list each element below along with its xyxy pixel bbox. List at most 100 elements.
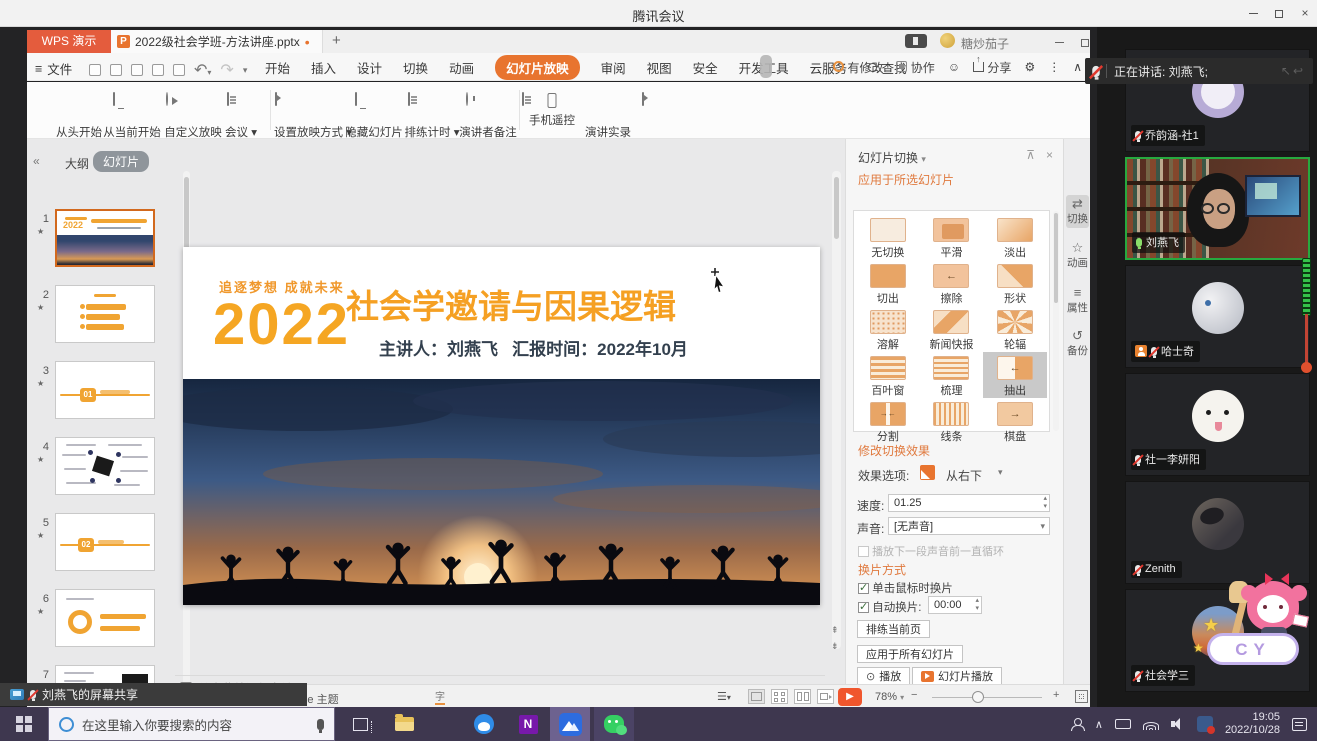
slideshow-play-button[interactable]: 幻灯片播放 (912, 667, 1002, 685)
speed-input[interactable]: 01.25 ▴▾ (888, 494, 1050, 512)
effect-cut[interactable]: 切出 (856, 260, 920, 306)
auto-advance-checkbox[interactable] (858, 602, 869, 613)
wps-maximize-button[interactable] (1081, 34, 1089, 49)
apply-to-all-button[interactable]: 应用于所有幻灯片 (857, 645, 963, 663)
slide-thumbnail-2[interactable] (55, 285, 155, 343)
slide-thumbnail-5[interactable]: 02 (55, 513, 155, 571)
previous-slide-button[interactable]: ⇞ (831, 625, 839, 636)
zoom-level[interactable]: 78% ▾ (875, 691, 904, 703)
slide-thumbnail-4[interactable] (55, 437, 155, 495)
fit-to-window-button[interactable] (1075, 690, 1088, 703)
advance-on-click-checkbox[interactable] (858, 583, 869, 594)
slide-sorter-view-button[interactable] (771, 689, 788, 704)
missing-font-item[interactable]: 字 (435, 691, 445, 705)
notes-toggle-icon[interactable]: ☰▾ (717, 690, 731, 703)
close-pane-icon[interactable]: × (1046, 148, 1053, 162)
effect-newsflash[interactable]: 新闻快报 (920, 306, 984, 352)
effect-wipe[interactable]: ←擦除 (920, 260, 984, 306)
volume-meter[interactable] (1302, 258, 1311, 384)
effect-none[interactable]: 无切换 (856, 214, 920, 260)
wps-app-tab[interactable]: WPS 演示 (27, 30, 111, 53)
from-current-button[interactable]: 从当前开始 (97, 88, 167, 140)
account-avatar[interactable] (940, 33, 955, 48)
speaker-icon[interactable] (1171, 718, 1185, 730)
slide-canvas[interactable]: 追逐梦想 成就未来 2022 社会学邀请与因果逻辑 主讲人：刘燕飞 汇报时间：2… (183, 247, 820, 605)
participant-tile[interactable]: 哈士奇 (1125, 265, 1310, 368)
qat-more-icon[interactable]: ▾ (243, 65, 248, 76)
search-mic-icon[interactable] (317, 719, 324, 730)
effect-fade[interactable]: 淡出 (983, 214, 1047, 260)
effect-checker[interactable]: →棋盘 (983, 398, 1047, 444)
participant-tile[interactable]: 社一李妍阳 (1125, 373, 1310, 476)
strip-tab-transition[interactable]: ⇄切换 (1066, 195, 1089, 228)
more-menu-icon[interactable]: ⋮ (1048, 60, 1060, 74)
effect-option-icon[interactable] (920, 465, 935, 480)
record-view-button[interactable] (817, 689, 834, 704)
effect-comb[interactable]: 梳理 (920, 352, 984, 398)
effect-option-value[interactable]: 从右下 (946, 467, 982, 484)
member-badge-icon[interactable] (905, 34, 927, 48)
recorder-tray-icon[interactable] (1197, 716, 1213, 732)
preview-icon[interactable] (152, 64, 164, 76)
tab-slides[interactable]: 幻灯片 (93, 151, 149, 172)
pane-scrollbar[interactable] (1053, 211, 1059, 431)
print-icon[interactable] (131, 64, 143, 76)
task-view-button[interactable] (340, 707, 380, 741)
zoom-out-button[interactable]: − (911, 689, 917, 701)
layout-arrows-icon[interactable]: ↖↩ (1281, 64, 1305, 78)
tab-animation[interactable]: 动画 (449, 58, 474, 77)
tab-outline[interactable]: 大纲 (65, 155, 89, 172)
zoom-slider-knob[interactable] (972, 691, 984, 703)
undo-icon[interactable]: ↶▾ (194, 60, 211, 80)
screen-share-banner[interactable]: 刘燕飞的屏幕共享 (0, 683, 307, 706)
document-tab[interactable]: P 2022级社会学班-方法讲座.pptx • (111, 30, 323, 53)
tab-view[interactable]: 视图 (647, 58, 672, 77)
play-button[interactable]: ⊙ 播放 (857, 667, 910, 685)
wifi-icon[interactable] (1143, 718, 1159, 730)
format-painter-icon[interactable] (173, 64, 185, 76)
start-button[interactable] (0, 707, 48, 741)
slide-thumbnail-1[interactable]: 2022 (55, 209, 155, 267)
tab-slideshow-active[interactable]: 幻灯片放映 (495, 55, 580, 80)
maximize-button[interactable] (1272, 6, 1286, 20)
tab-design[interactable]: 设计 (357, 58, 382, 77)
next-slide-button[interactable]: ⇟ (831, 641, 839, 652)
taskbar-clock[interactable]: 19:05 2022/10/28 (1225, 711, 1280, 737)
lecture-record-button[interactable]: 演讲实录 (573, 88, 643, 140)
meeting-button[interactable]: 会议 ▾ (206, 88, 276, 140)
effect-option-dropdown-icon[interactable]: ▾ (998, 467, 1003, 478)
loop-sound-checkbox[interactable] (858, 546, 869, 557)
effect-split[interactable]: →←分割 (856, 398, 920, 444)
hidden-icons-chevron[interactable]: ∧ (1095, 718, 1103, 731)
auto-advance-spinner[interactable]: ▴▾ (975, 597, 979, 613)
collapse-panel-icon[interactable]: « (33, 154, 40, 168)
slide-thumbnail-6[interactable] (55, 589, 155, 647)
keyboard-icon[interactable] (1115, 719, 1131, 729)
people-icon[interactable] (1071, 718, 1083, 730)
taskbar-search[interactable]: 在这里输入你要搜索的内容 (48, 707, 335, 741)
rehearse-current-button[interactable]: 排练当前页 (857, 620, 930, 638)
wps-minimize-button[interactable] (1055, 34, 1064, 49)
effect-wheel[interactable]: 轮辐 (983, 306, 1047, 352)
effect-smooth[interactable]: 平滑 (920, 214, 984, 260)
zoom-in-button[interactable]: + (1053, 689, 1059, 701)
tencent-meeting-button[interactable] (550, 707, 590, 741)
tab-review[interactable]: 审阅 (601, 58, 626, 77)
speed-spinner[interactable]: ▴▾ (1043, 495, 1047, 511)
file-explorer-button[interactable] (384, 707, 424, 741)
account-name[interactable]: 糖炒茄子 (961, 35, 1009, 52)
effect-pull-selected[interactable]: ←抽出 (983, 352, 1047, 398)
auto-advance-time-input[interactable]: 00:00 ▴▾ (928, 596, 982, 614)
collaborate-button[interactable]: 协作 (896, 59, 934, 76)
effect-dissolve[interactable]: 溶解 (856, 306, 920, 352)
new-tab-button[interactable]: + (332, 32, 341, 49)
slideshow-play-statusbar-button[interactable]: ▶ (838, 688, 862, 706)
strip-tab-backup[interactable]: ↺备份 (1066, 329, 1089, 358)
close-button[interactable]: × (1298, 6, 1312, 20)
feedback-smiley-icon[interactable]: ☺ (948, 60, 960, 74)
settings-gear-icon[interactable]: ⚙ (1024, 60, 1035, 74)
zoom-slider-track[interactable] (932, 697, 1042, 698)
pin-pane-icon[interactable]: ⊼ (1026, 148, 1035, 162)
collapse-ribbon-icon[interactable]: ∧ (1073, 60, 1082, 74)
minimize-button[interactable] (1246, 6, 1260, 20)
